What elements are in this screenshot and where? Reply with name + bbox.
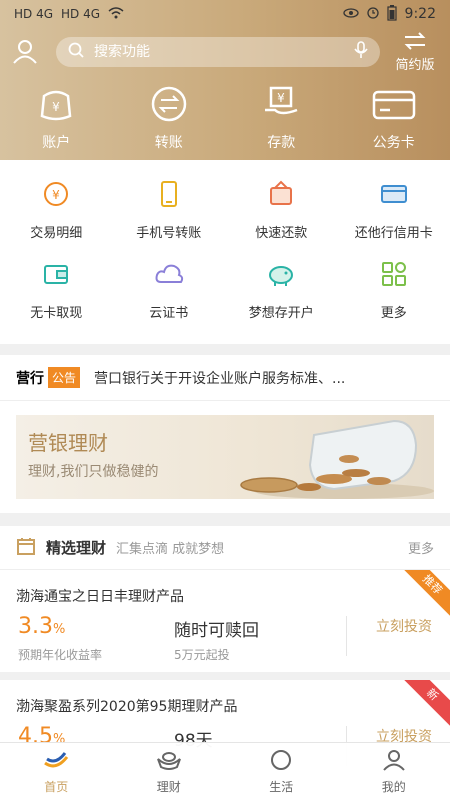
product-card[interactable]: 推荐 渤海通宝之日日丰理财产品 3.3% 预期年化收益率 随时可赎回 5万元起投… [0,570,450,680]
bottom-tab-bar: 首页 理财 生活 我的 [0,742,450,800]
swap-icon [403,32,427,54]
signal-1: HD 4G [14,7,54,21]
tab-home[interactable]: 首页 [0,743,113,800]
grid-label: 快速还款 [255,226,308,241]
svg-text:¥: ¥ [52,188,60,202]
product-name: 渤海聚盈系列2020第95期理财产品 [16,699,238,715]
cardless-icon [42,260,70,292]
search-box[interactable] [56,37,380,67]
wallet-icon: ¥ [36,86,76,126]
finance-title: 精选理财 [46,539,107,557]
transfer-icon [149,86,189,126]
tab-label: 首页 [44,779,69,794]
cloud-icon [154,260,184,292]
card-icon [372,86,416,126]
account-label: 账户 [42,135,71,151]
ingot-icon [155,749,183,774]
grid-label: 梦想存开户 [248,306,314,321]
grid-label: 交易明细 [30,226,83,241]
transfer-button[interactable]: 转账 [113,86,226,152]
grid-item-cardless[interactable]: 无卡取现 [0,260,113,340]
product-rate: 3.3% [18,614,66,639]
quick-functions-grid: ¥ 交易明细 手机号转账 快速还款 还他行信用卡 无卡取现 云证书 梦想存开户 … [0,160,450,344]
transfer-label: 转账 [154,135,183,151]
life-icon [269,749,293,774]
notice-text[interactable]: 营口银行关于开设企业账户服务标准、... [94,368,404,388]
microphone-icon[interactable] [354,41,368,63]
tab-label: 生活 [269,779,294,794]
grid-item-quick-repay[interactable]: 快速还款 [225,180,338,260]
home-icon [42,749,70,774]
simple-mode-button[interactable]: 简约版 [392,32,438,74]
notice-bar[interactable]: 营行 公告 营口银行关于开设企业账户服务标准、... [0,355,450,401]
transaction-icon: ¥ [42,180,70,212]
wifi-icon [108,6,124,22]
grid-item-credit-card[interactable]: 还他行信用卡 [338,180,450,260]
calendar-icon [16,536,36,560]
repay-icon [267,180,295,212]
grid-item-cloud-cert[interactable]: 云证书 [113,260,226,340]
product-rate-label: 预期年化收益率 [18,648,103,662]
battery-icon [386,4,397,24]
profile-icon [382,749,406,774]
piggy-icon [266,260,296,292]
grid-label: 云证书 [149,306,189,321]
business-card-button[interactable]: 公务卡 [338,86,450,152]
tab-mine[interactable]: 我的 [338,743,450,800]
finance-more-link[interactable]: 更多 [408,538,434,557]
svg-text:¥: ¥ [52,100,60,114]
alarm-icon [366,6,379,22]
grid-item-phone-transfer[interactable]: 手机号转账 [113,180,226,260]
user-icon[interactable] [12,38,38,64]
divider [346,616,347,656]
status-bar: HD 4G HD 4G 9:22 [0,0,450,28]
deposit-button[interactable]: ¥ 存款 [225,86,338,152]
product-min: 5万元起投 [174,648,230,662]
banner-subtitle: 理财,我们只做稳健的 [28,464,159,480]
account-button[interactable]: ¥ 账户 [0,86,113,152]
search-input[interactable] [84,44,354,60]
svg-text:¥: ¥ [277,91,285,105]
grid-item-more[interactable]: 更多 [338,260,450,340]
credit-card-icon [380,180,408,212]
banner-section: 营银理财 理财,我们只做稳健的 [0,401,450,513]
tab-finance[interactable]: 理财 [113,743,226,800]
notice-tag: 公告 [48,367,81,388]
signal-2: HD 4G [61,7,101,21]
search-icon [68,42,84,62]
coin-jar-image [184,415,434,499]
promo-banner[interactable]: 营银理财 理财,我们只做稳健的 [16,415,434,499]
deposit-label: 存款 [267,135,296,151]
banner-title: 营银理财 [28,431,108,455]
tab-label: 我的 [381,779,406,794]
product-name: 渤海通宝之日日丰理财产品 [16,589,184,605]
grid-label: 无卡取现 [30,306,83,321]
more-icon [380,260,408,292]
grid-item-dream-deposit[interactable]: 梦想存开户 [225,260,338,340]
simple-mode-label: 简约版 [395,58,435,73]
invest-button[interactable]: 立刻投资 [376,616,432,636]
clock-time: 9:22 [404,6,436,22]
tab-life[interactable]: 生活 [225,743,338,800]
eye-icon [342,7,359,21]
notice-label: 营行 [16,370,44,387]
header: HD 4G HD 4G 9:22 搜索功能 简约版 ¥ 账户 转账 ¥ 存款 公… [0,0,450,160]
deposit-icon: ¥ [261,86,301,126]
tab-label: 理财 [156,779,181,794]
phone-icon [155,180,183,212]
grid-item-transaction[interactable]: ¥ 交易明细 [0,180,113,260]
business-card-label: 公务卡 [372,135,415,151]
grid-label: 还他行信用卡 [354,226,433,241]
grid-label: 更多 [380,306,407,321]
finance-subtitle: 汇集点滴 成就梦想 [116,542,225,557]
product-term: 随时可赎回 [174,621,259,641]
finance-header: 精选理财 汇集点滴 成就梦想 更多 [0,526,450,570]
grid-label: 手机号转账 [136,226,202,241]
